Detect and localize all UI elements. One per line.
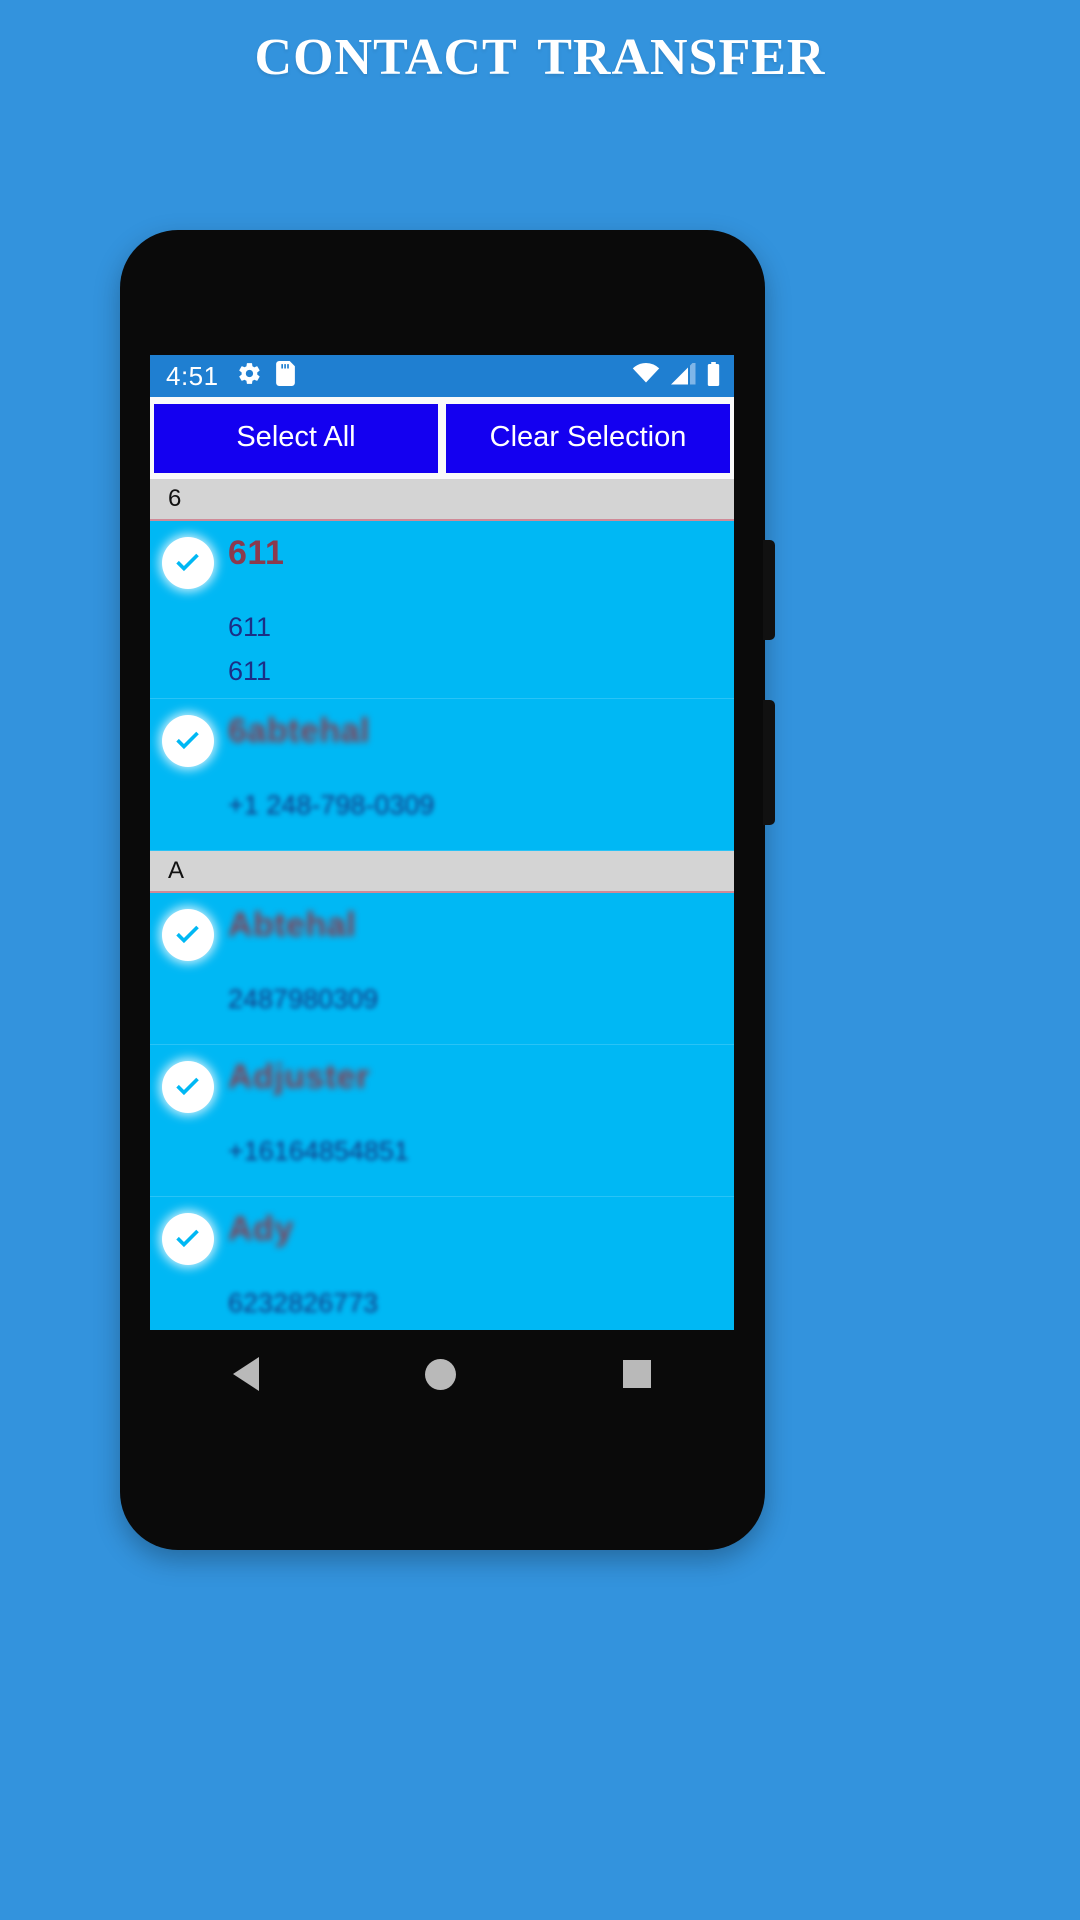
back-triangle-icon[interactable] (233, 1357, 260, 1391)
status-bar-notification-icons (237, 361, 295, 391)
contact-list[interactable]: 6 611 611 611 6abtehal +1 248-798-0309 A Abteha… (150, 479, 734, 1330)
checkmark-icon[interactable] (162, 1061, 214, 1114)
contact-phone-number: +16164854851 (228, 1136, 409, 1167)
select-all-button[interactable]: Select All (154, 404, 438, 473)
contact-name: 611 (228, 534, 285, 572)
list-section-header: 6 (150, 479, 734, 521)
volume-button[interactable] (763, 540, 775, 640)
contact-name: 6abtehal (228, 712, 370, 751)
contact-list-item[interactable]: Ady 6232826773 (150, 1197, 734, 1330)
checkmark-icon[interactable] (162, 909, 214, 962)
android-navigation-bar (150, 1338, 734, 1410)
checkmark-icon[interactable] (162, 715, 214, 768)
contact-name: Ady (228, 1210, 294, 1249)
contact-list-item[interactable]: 611 611 611 (150, 521, 734, 700)
status-bar-clock: 4:51 (166, 361, 219, 391)
gear-icon (237, 361, 262, 391)
contact-phone-number: 611 (228, 612, 272, 642)
selection-toolbar: Select All Clear Selection (150, 397, 734, 479)
contact-list-item[interactable]: 6abtehal +1 248-798-0309 (150, 699, 734, 852)
page-title: Contact Transfer (254, 9, 826, 91)
contact-phone-number: 611 (228, 655, 272, 686)
checkmark-icon[interactable] (162, 1213, 214, 1266)
list-section-header: A (150, 851, 734, 894)
checkmark-icon[interactable] (162, 537, 214, 589)
wifi-icon (632, 362, 660, 390)
cellular-signal-icon (671, 359, 696, 390)
battery-icon (707, 361, 720, 391)
contact-name: Adjuster (228, 1058, 370, 1097)
clear-selection-button[interactable]: Clear Selection (446, 404, 730, 473)
sd-card-icon (275, 361, 295, 391)
contact-phone-number: 2487980309 (228, 984, 379, 1015)
status-bar-system-icons (632, 359, 720, 391)
status-bar: 4:51 (150, 355, 734, 397)
contact-phone-number: 6232826773 (228, 1288, 379, 1319)
phone-mockup: 4:51 Select All Clear Selection 6 611 61… (120, 230, 775, 1550)
recents-square-icon[interactable] (622, 1360, 651, 1388)
contact-list-item[interactable]: Abtehal 2487980309 (150, 893, 734, 1046)
power-button[interactable] (763, 700, 775, 825)
contact-list-item[interactable]: Adjuster +16164854851 (150, 1045, 734, 1198)
contact-name: Abtehal (228, 906, 357, 945)
home-circle-icon[interactable] (425, 1358, 457, 1390)
contact-phone-number: +1 248-798-0309 (228, 790, 435, 821)
phone-screen: 4:51 Select All Clear Selection 6 611 61… (150, 355, 734, 1330)
